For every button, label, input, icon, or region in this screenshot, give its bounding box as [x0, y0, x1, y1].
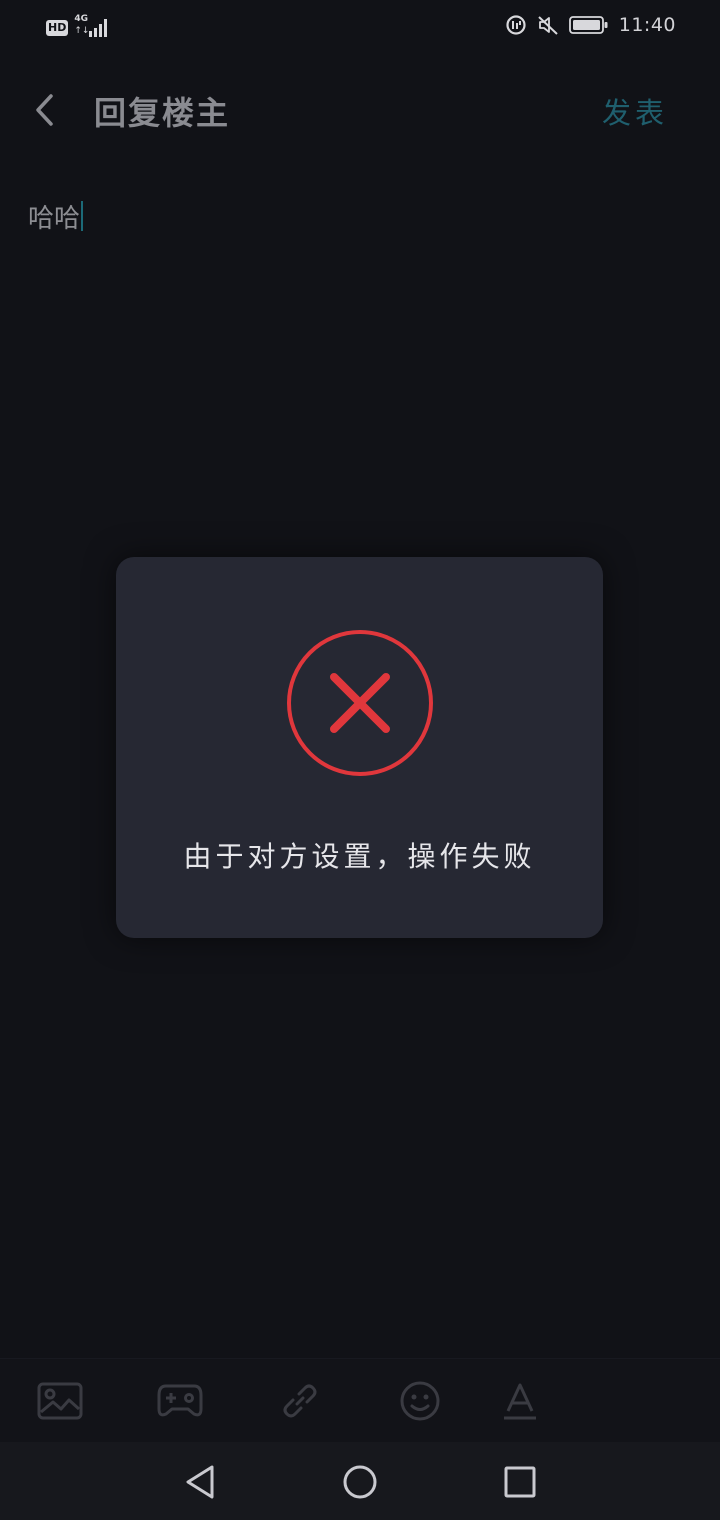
link-icon [283, 1384, 317, 1418]
error-toast: 由于对方设置，操作失败 [116, 557, 603, 938]
reply-input[interactable]: 哈哈 [28, 196, 692, 236]
battery-icon [568, 16, 608, 34]
insert-game-button[interactable] [156, 1379, 204, 1423]
insert-emoji-button[interactable] [396, 1379, 444, 1423]
editor-toolbar [0, 1358, 720, 1443]
text-format-button[interactable] [496, 1379, 544, 1423]
signal-bars-icon [89, 19, 108, 37]
nav-recents-button[interactable] [498, 1460, 542, 1504]
nav-back-button[interactable] [178, 1460, 222, 1504]
chevron-left-icon [36, 94, 53, 126]
status-right: 11:40 [505, 14, 676, 36]
recents-square-icon [504, 1466, 536, 1498]
page-title: 回复楼主 [94, 94, 231, 132]
toast-message: 由于对方设置，操作失败 [183, 840, 536, 873]
text-format-icon [504, 1383, 536, 1420]
status-bar: HD 4G ↑↓ 11:40 [0, 0, 720, 56]
system-navigation-bar [0, 1442, 720, 1520]
error-x-circle-icon [287, 630, 433, 776]
signal-4g-icon: 4G ↑↓ [74, 14, 110, 40]
emoji-icon [400, 1381, 440, 1421]
data-saver-icon [506, 15, 526, 35]
mute-icon [538, 16, 558, 35]
status-left: HD 4G ↑↓ [46, 14, 110, 40]
hd-icon: HD [46, 20, 69, 36]
header: 回复楼主 发表 [0, 70, 720, 150]
back-triangle-icon [186, 1465, 214, 1499]
gamepad-icon [157, 1384, 203, 1417]
insert-link-button[interactable] [276, 1379, 324, 1423]
network-type-label: 4G [74, 14, 88, 24]
nav-home-button[interactable] [338, 1460, 382, 1504]
reply-input-text: 哈哈 [28, 203, 81, 234]
network-activity-arrows: ↑↓ [74, 26, 90, 36]
home-circle-icon [343, 1465, 377, 1499]
insert-image-button[interactable] [36, 1379, 84, 1423]
text-caret [81, 201, 84, 231]
back-button[interactable] [24, 86, 64, 134]
clock: 11:40 [618, 14, 676, 36]
image-icon [37, 1382, 83, 1420]
publish-button[interactable]: 发表 [602, 90, 668, 132]
